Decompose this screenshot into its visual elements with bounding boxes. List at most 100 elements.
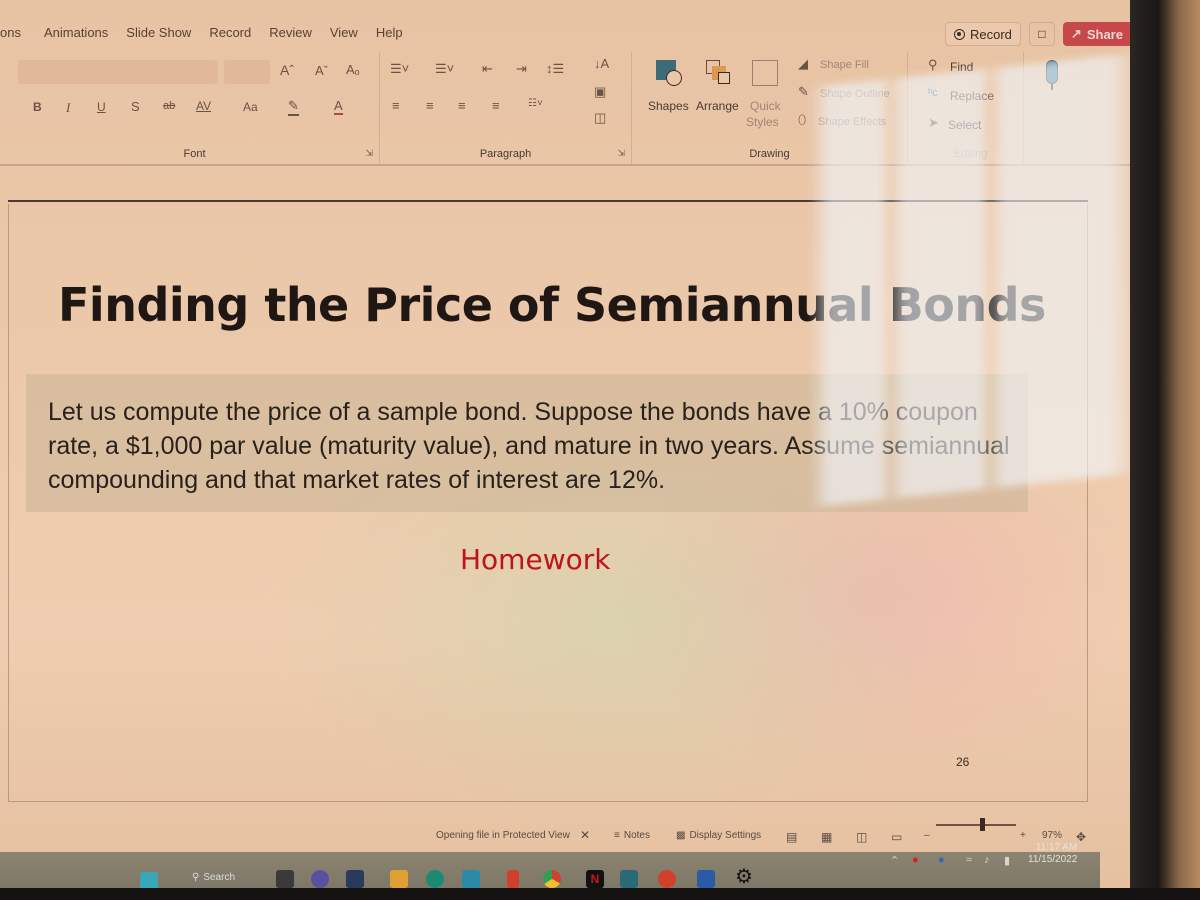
justify-icon[interactable]: ≡	[492, 98, 500, 113]
find-button[interactable]: Find	[950, 60, 973, 74]
font-size-select[interactable]	[224, 60, 270, 84]
text-direction-icon[interactable]: ↓A	[594, 56, 609, 71]
tab-slide-show[interactable]: Slide Show	[117, 25, 200, 40]
clear-formatting-button[interactable]: Aₒ	[346, 62, 360, 77]
line-spacing-icon[interactable]: ↕☰	[546, 61, 564, 77]
decrease-font-button[interactable]: Aˇ	[315, 63, 328, 78]
quick-styles-button[interactable]: Quick Styles	[746, 56, 786, 130]
shape-outline-icon: ✎	[798, 84, 809, 99]
comments-button[interactable]: □	[1028, 22, 1055, 46]
italic-button[interactable]: I	[66, 100, 70, 116]
replace-button[interactable]: Replace	[950, 89, 994, 103]
tab-animations[interactable]: Animations	[30, 25, 117, 40]
shape-fill-button[interactable]: Shape Fill	[820, 59, 869, 71]
shapes-button[interactable]: Shapes	[648, 56, 694, 126]
font-name-select[interactable]	[18, 60, 218, 84]
quick-styles-label-2: Styles	[746, 115, 779, 129]
bold-button[interactable]: B	[33, 100, 42, 114]
close-icon: ✕	[580, 828, 591, 842]
fit-to-window-button[interactable]: ✥	[1076, 830, 1086, 844]
align-left-icon[interactable]: ≡	[392, 98, 400, 113]
tab-transitions[interactable]: ons	[0, 25, 30, 40]
increase-font-button[interactable]: Aˆ	[280, 62, 294, 78]
quick-styles-label: Quick	[750, 99, 781, 113]
tab-record[interactable]: Record	[200, 25, 260, 40]
display-settings-icon: ▩	[676, 830, 686, 841]
zoom-level[interactable]: 97%	[1042, 830, 1062, 841]
tab-view[interactable]: View	[321, 25, 367, 40]
record-label: Record	[970, 26, 1012, 42]
slideshow-button[interactable]: ▭	[891, 830, 902, 844]
decrease-indent-icon[interactable]: ⇤	[482, 61, 493, 77]
font-dialog-launcher-icon[interactable]: ⇲	[365, 148, 373, 159]
tab-review[interactable]: Review	[260, 25, 321, 40]
tray-sync-icon[interactable]: ●	[938, 854, 945, 866]
voice-group	[1024, 52, 1084, 164]
record-button[interactable]: Record	[945, 22, 1021, 46]
chrome-icon[interactable]	[543, 870, 561, 888]
zoom-slider-thumb[interactable]	[980, 818, 986, 831]
increase-indent-icon[interactable]: ⇥	[516, 61, 527, 77]
columns-icon[interactable]: ☷˅	[528, 98, 543, 109]
font-color-button[interactable]: A	[334, 98, 343, 115]
dictate-microphone-icon[interactable]	[1046, 60, 1058, 84]
show-hidden-icons-icon[interactable]: ⌃	[890, 854, 899, 867]
normal-view-button[interactable]: ▤	[786, 830, 797, 844]
display-settings-label: Display Settings	[689, 830, 762, 841]
calculator-icon[interactable]	[620, 870, 638, 888]
quick-styles-icon	[752, 60, 778, 86]
tab-help[interactable]: Help	[367, 25, 412, 40]
wifi-icon[interactable]: ≈	[966, 854, 972, 866]
powerpoint-icon[interactable]	[658, 870, 676, 888]
office-icon[interactable]	[507, 870, 519, 888]
underline-button[interactable]: U	[97, 100, 106, 114]
task-view-icon[interactable]	[276, 870, 294, 888]
dismiss-notice-button[interactable]: ✕	[580, 828, 590, 842]
change-case-button[interactable]: Aa	[243, 100, 258, 114]
notes-button[interactable]: ≡ Notes	[614, 830, 650, 841]
battery-icon[interactable]: ▮	[1004, 854, 1010, 867]
shape-effects-button[interactable]: Shape Effects	[818, 116, 886, 128]
zoom-level-text: 97%	[1042, 830, 1063, 841]
slideshow-icon: ▭	[891, 830, 903, 844]
system-clock[interactable]: 11:17 AM 11/15/2022	[1028, 842, 1077, 866]
shadow-button[interactable]: S	[131, 99, 140, 114]
teams-chat-icon[interactable]	[311, 870, 329, 888]
paragraph-dialog-launcher-icon[interactable]: ⇲	[617, 148, 625, 159]
shape-outline-button[interactable]: Shape Outline	[820, 88, 890, 100]
shapes-circle-icon	[666, 70, 682, 86]
shape-fill-icon: ◢	[798, 56, 808, 71]
highlight-icon[interactable]: ✎	[288, 98, 299, 116]
align-right-icon[interactable]: ≡	[458, 98, 466, 113]
status-bar: Opening file in Protected View ✕ ≡ Notes…	[0, 822, 1110, 852]
numbering-icon[interactable]: ☰˅	[435, 61, 454, 77]
align-text-icon[interactable]: ▣	[594, 84, 606, 100]
header-actions: Record □ ↗ Share ⌄	[945, 22, 1144, 46]
laptop-bezel-bottom	[0, 888, 1200, 900]
reading-view-button[interactable]: ◫	[856, 830, 867, 844]
align-center-icon[interactable]: ≡	[426, 98, 434, 113]
smartart-icon[interactable]: ◫	[594, 110, 606, 126]
widgets-icon[interactable]	[346, 870, 364, 888]
zoom-out-button[interactable]: –	[924, 830, 930, 841]
bullets-icon[interactable]: ☰˅	[390, 61, 409, 77]
edge-icon[interactable]	[426, 870, 444, 888]
arrange-button[interactable]: Arrange	[694, 56, 748, 126]
zoom-slider-track[interactable]	[936, 824, 1016, 826]
volume-icon[interactable]: ♪	[984, 854, 990, 866]
select-button[interactable]: Select	[948, 118, 981, 132]
strikethrough-button[interactable]: ab	[163, 100, 175, 112]
tray-app-icon[interactable]: ●	[912, 854, 919, 866]
taskbar-search[interactable]: ⚲ Search	[192, 872, 235, 883]
display-settings-button[interactable]: ▩ Display Settings	[676, 830, 761, 841]
settings-gear-icon[interactable]: ⚙	[735, 867, 753, 887]
zoom-in-button[interactable]: +	[1020, 830, 1026, 841]
word-icon[interactable]	[697, 870, 715, 888]
file-explorer-icon[interactable]	[390, 870, 408, 888]
netflix-icon[interactable]: N	[586, 870, 604, 888]
shapes-label: Shapes	[648, 99, 689, 113]
clock-date: 11/15/2022	[1028, 854, 1078, 865]
character-spacing-button[interactable]: AV	[196, 99, 211, 113]
mail-icon[interactable]	[462, 870, 480, 888]
slide-sorter-button[interactable]: ▦	[821, 830, 832, 844]
